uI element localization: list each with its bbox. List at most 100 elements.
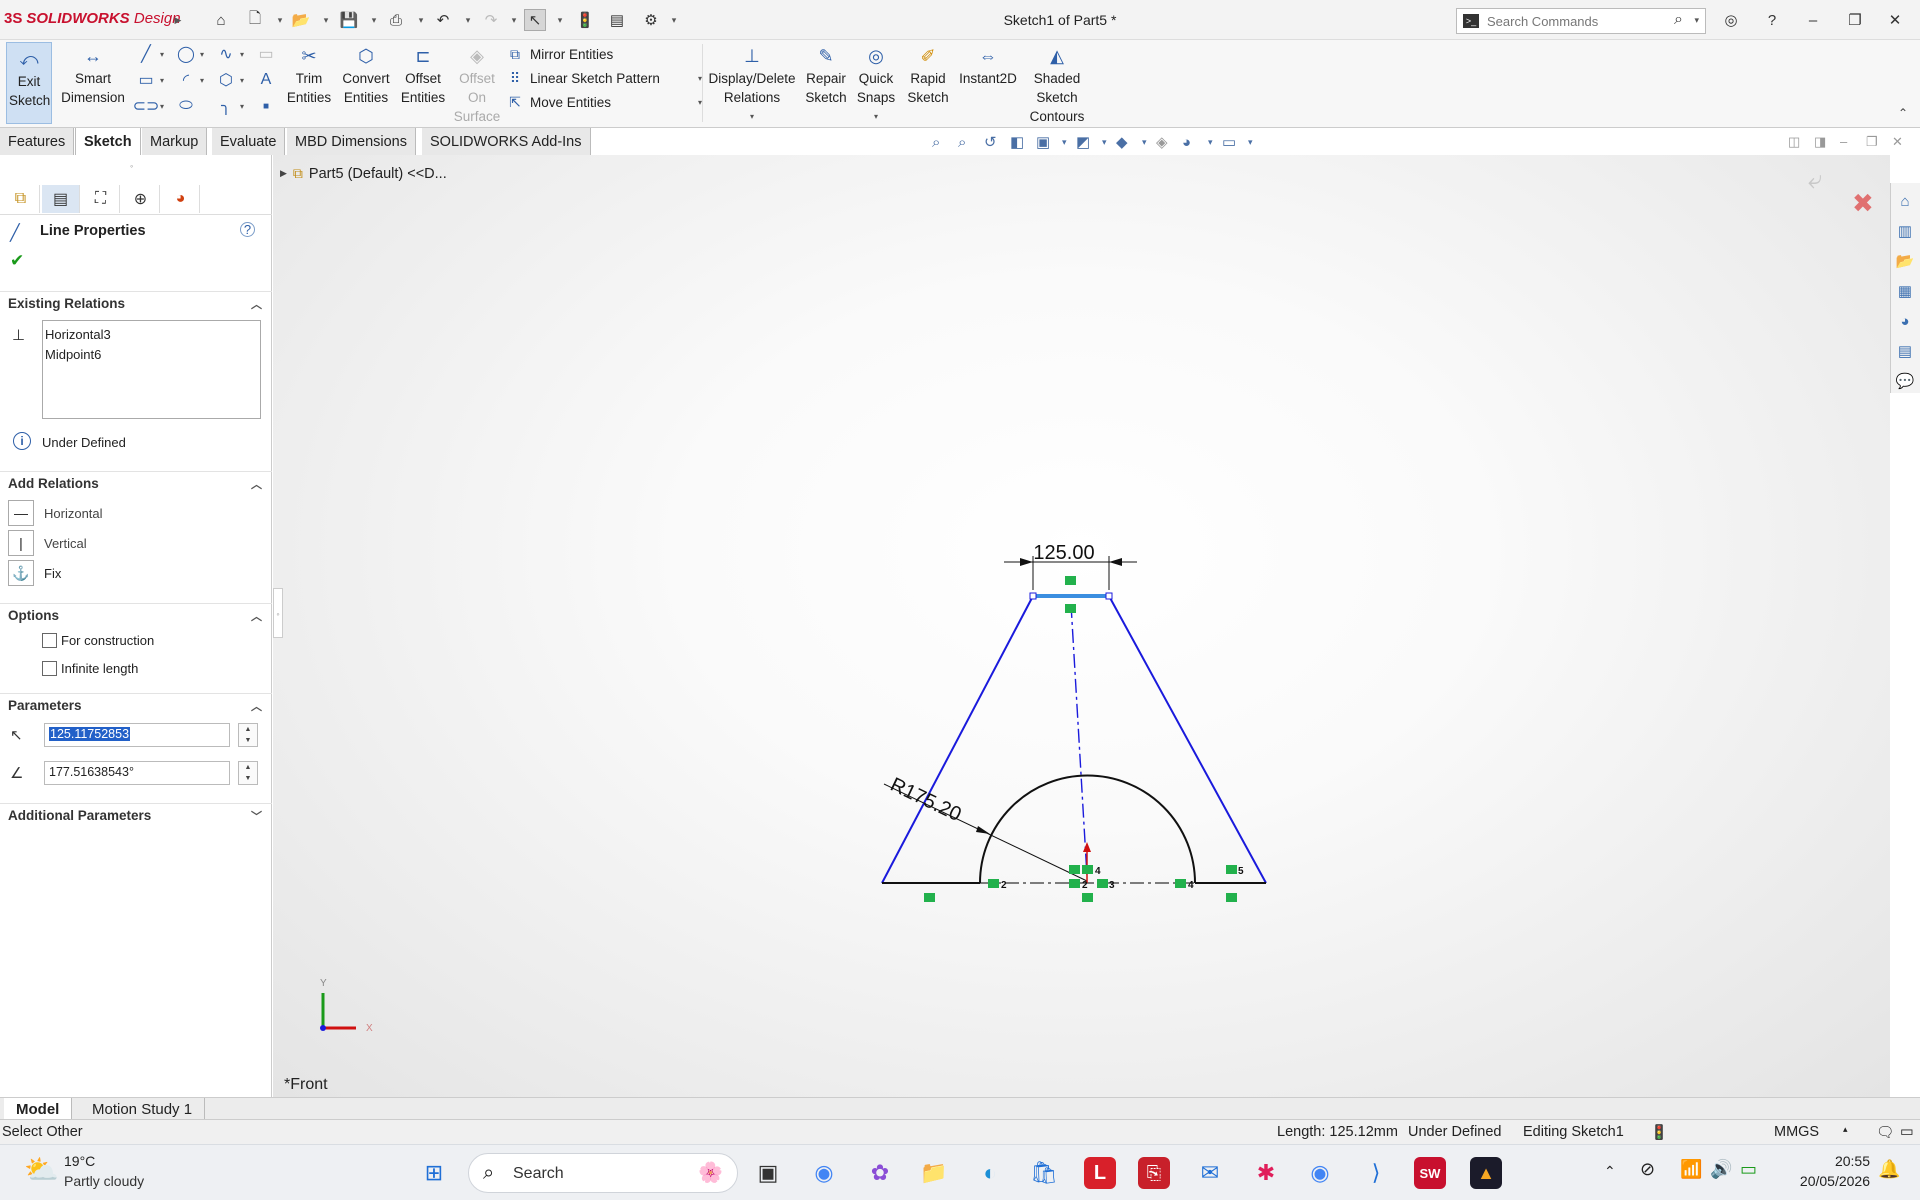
infinite-length-checkbox-row[interactable]: Infinite length bbox=[42, 661, 138, 676]
select-arrow-icon[interactable]: ↖ bbox=[524, 9, 546, 31]
angle-spinner[interactable]: ▲ ▼ bbox=[238, 761, 258, 785]
weather-description[interactable]: Partly cloudy bbox=[64, 1173, 144, 1189]
viewport-tile-icon[interactable]: ◫ bbox=[1788, 134, 1800, 150]
relation-marker[interactable] bbox=[1082, 865, 1093, 874]
clock-date[interactable]: 20/05/2026 bbox=[1788, 1173, 1870, 1189]
zoom-to-area-icon[interactable]: ⌕ bbox=[958, 132, 966, 152]
microsoft-store-icon[interactable]: 🛍 bbox=[1028, 1157, 1060, 1189]
chevron-down-icon[interactable]: ▾ bbox=[200, 76, 204, 85]
shaded-sketch-contours-button[interactable]: ◭ Shaded Sketch Contours bbox=[1022, 40, 1092, 126]
undo-icon[interactable]: ↶ bbox=[432, 9, 454, 31]
volume-icon[interactable]: 🔊 bbox=[1710, 1159, 1732, 1180]
relation-marker[interactable] bbox=[1065, 604, 1076, 613]
convert-entities-button[interactable]: ⬡ Convert Entities bbox=[336, 40, 396, 126]
minimize-window-button[interactable]: – bbox=[1798, 8, 1828, 32]
file-explorer-icon[interactable]: 📂 bbox=[1894, 250, 1916, 272]
viewport-split-icon[interactable]: ◨ bbox=[1814, 134, 1826, 150]
mirror-entities-button[interactable]: ⧉ Mirror Entities bbox=[506, 42, 702, 66]
rebuild-status-icon[interactable]: 🚦 bbox=[1650, 1124, 1668, 1141]
chevron-down-icon[interactable]: ▾ bbox=[1142, 132, 1147, 152]
clock-time[interactable]: 20:55 bbox=[1830, 1153, 1870, 1169]
chrome-icon[interactable]: ◉ bbox=[808, 1157, 840, 1189]
wifi-icon[interactable]: 📶 bbox=[1680, 1159, 1702, 1180]
solidworks-taskbar-icon[interactable]: SW bbox=[1414, 1157, 1446, 1189]
edit-appearance-icon[interactable]: ◕ bbox=[1182, 132, 1191, 152]
rebuild-icon[interactable]: 🚦 bbox=[574, 9, 596, 31]
customize-status-icon[interactable]: ▭ bbox=[1900, 1124, 1914, 1140]
sketch-line-left[interactable] bbox=[881, 595, 1034, 884]
notifications-bell-icon[interactable]: 🔔 bbox=[1878, 1159, 1900, 1180]
panel-collapse-handle[interactable]: ◦ bbox=[273, 588, 283, 638]
feature-manager-tab-icon[interactable]: ⧉ bbox=[2, 185, 40, 213]
quick-tips-icon[interactable]: 🗨 bbox=[1876, 1124, 1894, 1141]
tab-markup[interactable]: Markup bbox=[142, 128, 208, 155]
instant2d-button[interactable]: ⇔ Instant2D bbox=[954, 40, 1022, 126]
solidworks-forum-icon[interactable]: 💬 bbox=[1894, 370, 1916, 392]
help-icon[interactable]: ? bbox=[1757, 8, 1787, 32]
file-explorer-icon[interactable]: 📁 bbox=[918, 1157, 950, 1189]
chevron-down-icon[interactable]: ▾ bbox=[160, 50, 164, 59]
weather-cloud-icon[interactable]: ⛅ bbox=[24, 1153, 59, 1186]
radius-dimension[interactable]: R175.20 bbox=[887, 774, 965, 826]
polygon-tool-icon[interactable]: ⬡ bbox=[216, 70, 236, 90]
offset-on-surface-button[interactable]: ◈ Offset On Surface bbox=[450, 40, 504, 126]
chevron-up-icon[interactable]: ▴ bbox=[1843, 1124, 1848, 1135]
task-view-icon[interactable]: ▣ bbox=[752, 1157, 784, 1189]
chevron-down-icon[interactable]: ▾ bbox=[240, 50, 244, 59]
chevron-down-icon[interactable]: ▾ bbox=[240, 76, 244, 85]
move-entities-button[interactable]: ⇱ Move Entities ▾ bbox=[506, 90, 702, 114]
angle-input[interactable]: 177.51638543° bbox=[44, 761, 230, 785]
outlook-icon[interactable]: ✉ bbox=[1194, 1157, 1226, 1189]
pdf-reader-icon[interactable]: ⎘ bbox=[1138, 1157, 1170, 1189]
quick-snaps-button[interactable]: ◎ Quick Snaps ▾ bbox=[852, 40, 900, 126]
close-window-button[interactable]: ✕ bbox=[1880, 8, 1910, 32]
viewport-minimize-icon[interactable]: – bbox=[1840, 134, 1847, 149]
list-item[interactable]: Midpoint6 bbox=[45, 345, 258, 365]
infinite-length-checkbox[interactable] bbox=[42, 661, 57, 676]
unit-system[interactable]: MMGS bbox=[1774, 1124, 1819, 1140]
options-gear-icon[interactable]: ⚙ bbox=[640, 9, 662, 31]
smart-dimension-button[interactable]: ↔ Smart Dimension bbox=[58, 40, 128, 126]
tab-evaluate[interactable]: Evaluate bbox=[212, 128, 286, 155]
edge-browser-icon[interactable]: ◐ bbox=[974, 1157, 1006, 1189]
add-relations-header[interactable]: Add Relations ︿ bbox=[0, 471, 272, 495]
chevron-down-icon[interactable]: ▾ bbox=[368, 9, 380, 31]
battery-icon[interactable]: ▭ bbox=[1740, 1159, 1757, 1180]
search-icon[interactable]: ⌕ bbox=[1674, 11, 1683, 29]
user-account-icon[interactable]: ◎ bbox=[1716, 8, 1746, 32]
chevron-down-icon[interactable]: ▾ bbox=[320, 9, 332, 31]
tab-features[interactable]: Features bbox=[0, 128, 75, 155]
options-header[interactable]: Options ︿ bbox=[0, 603, 272, 627]
viewport-restore-icon[interactable]: ❐ bbox=[1866, 134, 1878, 150]
home-icon[interactable]: ⌂ bbox=[210, 9, 232, 31]
existing-relations-list[interactable]: Horizontal3 Midpoint6 bbox=[42, 320, 261, 419]
menu-expand-icon[interactable]: ▶ bbox=[172, 9, 184, 31]
display-manager-tab-icon[interactable]: ◕ bbox=[162, 185, 200, 213]
tab-mbd-dimensions[interactable]: MBD Dimensions bbox=[287, 128, 416, 155]
view-settings-monitor-icon[interactable]: ▭ bbox=[1222, 132, 1236, 152]
solidworks-resources-home-icon[interactable]: ⌂ bbox=[1894, 190, 1916, 212]
ok-checkmark-button[interactable]: ✔ bbox=[10, 251, 24, 271]
offset-entities-button[interactable]: ⊏ Offset Entities bbox=[396, 40, 450, 126]
viewport-close-icon[interactable]: ✕ bbox=[1892, 134, 1903, 150]
chevron-down-icon[interactable]: ▾ bbox=[160, 102, 164, 111]
chevron-down-icon[interactable]: ▾ bbox=[1062, 132, 1067, 152]
chevron-down-icon[interactable]: ▾ bbox=[554, 9, 566, 31]
linear-sketch-pattern-button[interactable]: ⠿ Linear Sketch Pattern ▾ bbox=[506, 66, 702, 90]
chrome-profile-icon[interactable]: ◉ bbox=[1304, 1157, 1336, 1189]
tab-solidworks-add-ins[interactable]: SOLIDWORKS Add-Ins bbox=[422, 128, 591, 155]
sketch-line-right[interactable] bbox=[1108, 595, 1267, 884]
ellipse-tool-icon[interactable]: ⬭ bbox=[176, 96, 196, 116]
weather-temperature[interactable]: 19°C bbox=[64, 1153, 95, 1169]
property-manager-tab-icon[interactable]: ▤ bbox=[42, 185, 80, 213]
solidworks-logo[interactable]: 3S SOLIDWORKS Design bbox=[4, 10, 181, 27]
add-relation-horizontal[interactable]: — Horizontal bbox=[8, 499, 103, 527]
rapid-sketch-button[interactable]: ✐ Rapid Sketch bbox=[904, 40, 952, 126]
chevron-down-icon[interactable]: ▾ bbox=[1248, 132, 1253, 152]
print-icon[interactable]: ⎙ bbox=[385, 9, 407, 31]
relation-marker[interactable] bbox=[1065, 576, 1076, 585]
spline-tool-icon[interactable]: ∿ bbox=[216, 44, 236, 64]
sync-off-icon[interactable]: ⊘ bbox=[1640, 1159, 1655, 1180]
taskbar-search-box[interactable]: ⌕ Search 🌸 bbox=[468, 1153, 738, 1193]
relation-marker[interactable] bbox=[1226, 865, 1237, 874]
